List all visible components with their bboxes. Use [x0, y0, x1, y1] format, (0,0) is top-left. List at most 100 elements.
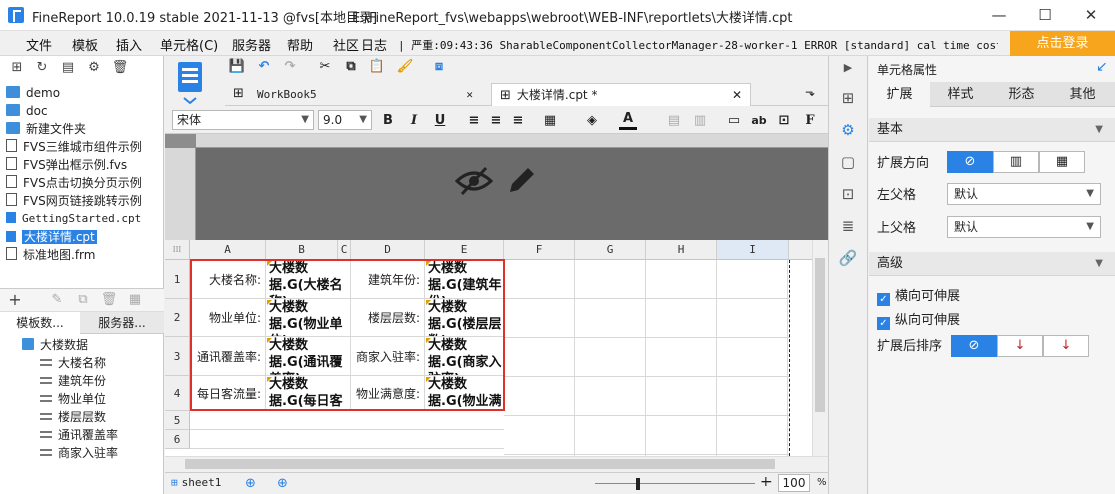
left-parent-select[interactable]: 默认 ▼	[947, 183, 1101, 205]
tree-item-standard-map[interactable]: 标准地图.frm	[6, 246, 95, 264]
column-header[interactable]: B	[266, 240, 338, 260]
tree-item-demo[interactable]: demo	[6, 84, 60, 102]
copy-icon[interactable]: ⧉	[74, 291, 92, 309]
fill-color-icon[interactable]: ◈	[583, 112, 601, 130]
section-basic[interactable]: 基本 ▼	[869, 118, 1115, 142]
tab-menu-icon[interactable]: ⬎	[805, 85, 815, 99]
paste-icon[interactable]: 📋	[368, 58, 386, 76]
empty-rows-area[interactable]	[190, 411, 504, 456]
maximize-button[interactable]: ☐	[1022, 0, 1068, 31]
add-poly-sheet-icon[interactable]: ⊕	[277, 476, 288, 491]
tab-workbook5[interactable]: WorkBook5 ✕	[249, 83, 479, 106]
column-header[interactable]: F	[504, 240, 575, 260]
preview-icon[interactable]: ▦	[126, 291, 144, 309]
cell-element-icon[interactable]: ⊞	[838, 88, 858, 108]
column-header[interactable]: G	[575, 240, 646, 260]
login-button[interactable]: 点击登录	[1010, 31, 1115, 56]
sheet-tab[interactable]: ⊞ sheet1	[171, 476, 221, 489]
locate-icon[interactable]: ▤	[59, 59, 77, 77]
tree-item-doc[interactable]: doc	[6, 102, 48, 120]
redo-icon[interactable]: ↷	[281, 58, 299, 76]
menu-template[interactable]: 模板	[72, 35, 98, 54]
align-left-icon[interactable]: ≡	[465, 112, 483, 130]
widget-icon[interactable]: ⊡	[838, 184, 858, 204]
menu-insert[interactable]: 插入	[116, 35, 142, 54]
dataset-field[interactable]: 楼层层数	[40, 408, 106, 426]
vertical-expand-button[interactable]: ▥	[993, 151, 1039, 173]
spreadsheet-grid[interactable]: ⁞⁞⁞ A B C D E F G H I 1 2 3 4 5 6 大楼名称: …	[165, 240, 828, 456]
hide-eye-icon[interactable]	[454, 165, 494, 197]
row-header[interactable]: 4	[165, 376, 190, 411]
merge-cells-icon[interactable]: ▤	[665, 112, 683, 130]
align-right-icon[interactable]: ≡	[509, 112, 527, 130]
tab-building-detail[interactable]: ⊞ 大楼详情.cpt * ✕	[491, 83, 751, 106]
underline-button[interactable]: U	[431, 112, 449, 130]
menu-log[interactable]: 日志	[361, 35, 387, 54]
formula-icon[interactable]: F	[801, 112, 819, 130]
bold-button[interactable]: B	[379, 112, 397, 130]
menu-help[interactable]: 帮助	[287, 35, 313, 54]
align-center-icon[interactable]: ≡	[487, 112, 505, 130]
delete-icon[interactable]: 🗑	[111, 59, 129, 77]
column-header[interactable]: I	[717, 240, 789, 260]
sort-descending-button[interactable]: ↓	[1043, 335, 1089, 357]
dataset-field[interactable]: 大楼名称	[40, 354, 106, 372]
zoom-input[interactable]: 100	[778, 474, 810, 492]
hyperlink-icon[interactable]: 🔗	[838, 248, 858, 268]
tree-item-fvs-link-jump[interactable]: FVS网页链接跳转示例	[6, 192, 142, 210]
zoom-slider-thumb[interactable]	[636, 478, 640, 490]
row-header[interactable]: 5	[165, 411, 190, 430]
add-sheet-icon[interactable]: ⊕	[245, 476, 256, 491]
top-parent-select[interactable]: 默认 ▼	[947, 216, 1101, 238]
settings-icon[interactable]: ⚙	[85, 59, 103, 77]
tree-item-building-detail[interactable]: 大楼详情.cpt	[6, 228, 97, 246]
tab-close-icon[interactable]: ✕	[466, 83, 473, 106]
zoom-slider-track[interactable]	[595, 483, 755, 484]
pin-icon[interactable]: ↙	[1096, 59, 1108, 75]
undo-icon[interactable]: ↶	[255, 58, 273, 76]
preview-icon[interactable]: ⧈	[430, 58, 448, 76]
tree-item-getting-started[interactable]: GettingStarted.cpt	[6, 210, 141, 228]
dataset-field[interactable]: 通讯覆盖率	[40, 426, 118, 444]
menu-server[interactable]: 服务器	[232, 35, 271, 54]
font-color-icon[interactable]: A	[619, 112, 637, 130]
close-button[interactable]: ✕	[1068, 0, 1114, 31]
menu-file[interactable]: 文件	[26, 35, 52, 54]
row-header[interactable]: 3	[165, 337, 190, 376]
zoom-in-button[interactable]: +	[760, 474, 772, 490]
cell-attribute-icon[interactable]: ⚙	[838, 120, 858, 140]
tab-server-dataset[interactable]: 服务器...	[82, 312, 162, 334]
new-folder-icon[interactable]: ⊞	[8, 59, 26, 77]
tab-expand[interactable]: 扩展	[869, 82, 930, 107]
horizontal-scroll-thumb[interactable]	[185, 459, 775, 469]
column-header[interactable]: A	[190, 240, 266, 260]
tab-style[interactable]: 样式	[930, 82, 991, 107]
row-header[interactable]: 2	[165, 299, 190, 337]
font-size-select[interactable]: 9.0 ▼	[318, 110, 372, 130]
tree-item-fvs-page-switch[interactable]: FVS点击切换分页示例	[6, 174, 142, 192]
minimize-button[interactable]: —	[976, 0, 1022, 31]
empty-cells-area[interactable]	[504, 260, 789, 456]
condition-attribute-icon[interactable]: ≣	[838, 216, 858, 236]
format-painter-icon[interactable]: 🖌	[396, 58, 414, 76]
column-header[interactable]: E	[425, 240, 504, 260]
menu-cell[interactable]: 单元格(C)	[160, 35, 218, 54]
edit-icon[interactable]: ✎	[48, 291, 66, 309]
float-element-icon[interactable]: ▢	[838, 152, 858, 172]
column-header[interactable]: C	[338, 240, 351, 260]
vertical-scroll-thumb[interactable]	[815, 258, 825, 412]
border-icon[interactable]: ▦	[541, 112, 559, 130]
select-all-corner[interactable]: ⁞⁞⁞	[165, 240, 190, 260]
row-header[interactable]: 6	[165, 430, 190, 449]
horizontal-stretch-checkbox[interactable]: ✓ 横向可伸展	[877, 285, 960, 306]
tab-close-icon[interactable]: ✕	[732, 84, 742, 107]
unmerge-cells-icon[interactable]: ▥	[691, 112, 709, 130]
dataset-field[interactable]: 建筑年份	[40, 372, 106, 390]
copy-icon[interactable]: ⧉	[342, 58, 360, 76]
template-dataset-icon[interactable]	[170, 58, 210, 106]
save-icon[interactable]: 💾	[228, 58, 246, 76]
column-header[interactable]: D	[351, 240, 425, 260]
section-advanced[interactable]: 高级 ▼	[869, 252, 1115, 276]
collapse-arrow-icon[interactable]: ▶	[838, 58, 858, 78]
cut-icon[interactable]: ✂	[316, 58, 334, 76]
